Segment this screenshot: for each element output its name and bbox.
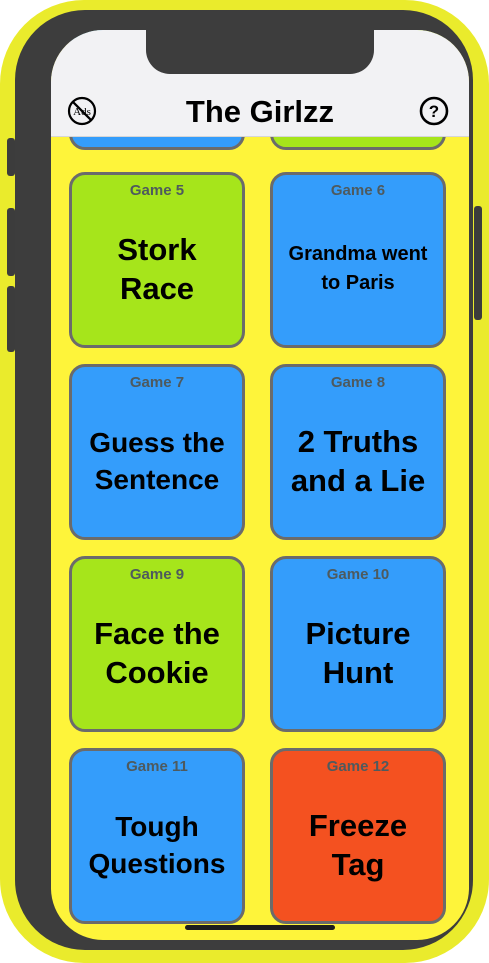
game-grid: Game 5 Stork Race Game 6 Grandma went to…: [51, 30, 469, 940]
game-tile[interactable]: Game 5 Stork Race: [69, 172, 245, 348]
notch: [146, 30, 374, 74]
mute-switch: [7, 138, 15, 176]
game-name: 2 Truths and a Lie: [290, 424, 426, 498]
screen: Ads The Girlzz ? Game 5: [51, 30, 469, 940]
volume-down-button: [7, 286, 15, 352]
game-name: Picture Hunt: [305, 616, 411, 690]
game-number: Game 11: [126, 758, 188, 775]
game-tile[interactable]: Game 6 Grandma went to Paris: [270, 172, 446, 348]
game-tile[interactable]: Game 9 Face the Cookie: [69, 556, 245, 732]
game-number: Game 12: [326, 758, 390, 775]
help-icon: ?: [419, 96, 449, 126]
game-number: Game 10: [326, 566, 390, 583]
game-tile[interactable]: Game 12 Freeze Tag: [270, 748, 446, 924]
volume-up-button: [7, 208, 15, 276]
help-button[interactable]: ?: [419, 96, 449, 126]
svg-text:?: ?: [429, 102, 439, 121]
game-tile[interactable]: Game 11 Tough Questions: [69, 748, 245, 924]
game-number: Game 9: [129, 566, 185, 583]
game-name: Tough Questions: [88, 811, 226, 879]
game-number: Game 6: [330, 182, 386, 199]
power-button: [474, 206, 482, 320]
game-name: Freeze Tag: [308, 808, 408, 882]
home-indicator[interactable]: [185, 925, 335, 930]
page-title: The Girlzz: [185, 94, 335, 129]
game-name: Guess the Sentence: [89, 427, 225, 495]
game-name: Face the Cookie: [94, 616, 220, 690]
game-tile[interactable]: Game 8 2 Truths and a Lie: [270, 364, 446, 540]
game-number: Game 7: [129, 374, 185, 391]
game-tile[interactable]: Game 7 Guess the Sentence: [69, 364, 245, 540]
phone-frame: Ads The Girlzz ? Game 5: [0, 0, 489, 963]
game-tile[interactable]: Game 10 Picture Hunt: [270, 556, 446, 732]
game-number: Game 8: [330, 374, 386, 391]
phone-bezel: Ads The Girlzz ? Game 5: [15, 10, 473, 950]
game-name: Stork Race: [117, 232, 197, 306]
game-name: Grandma went to Paris: [288, 243, 428, 294]
game-number: Game 5: [129, 182, 185, 199]
